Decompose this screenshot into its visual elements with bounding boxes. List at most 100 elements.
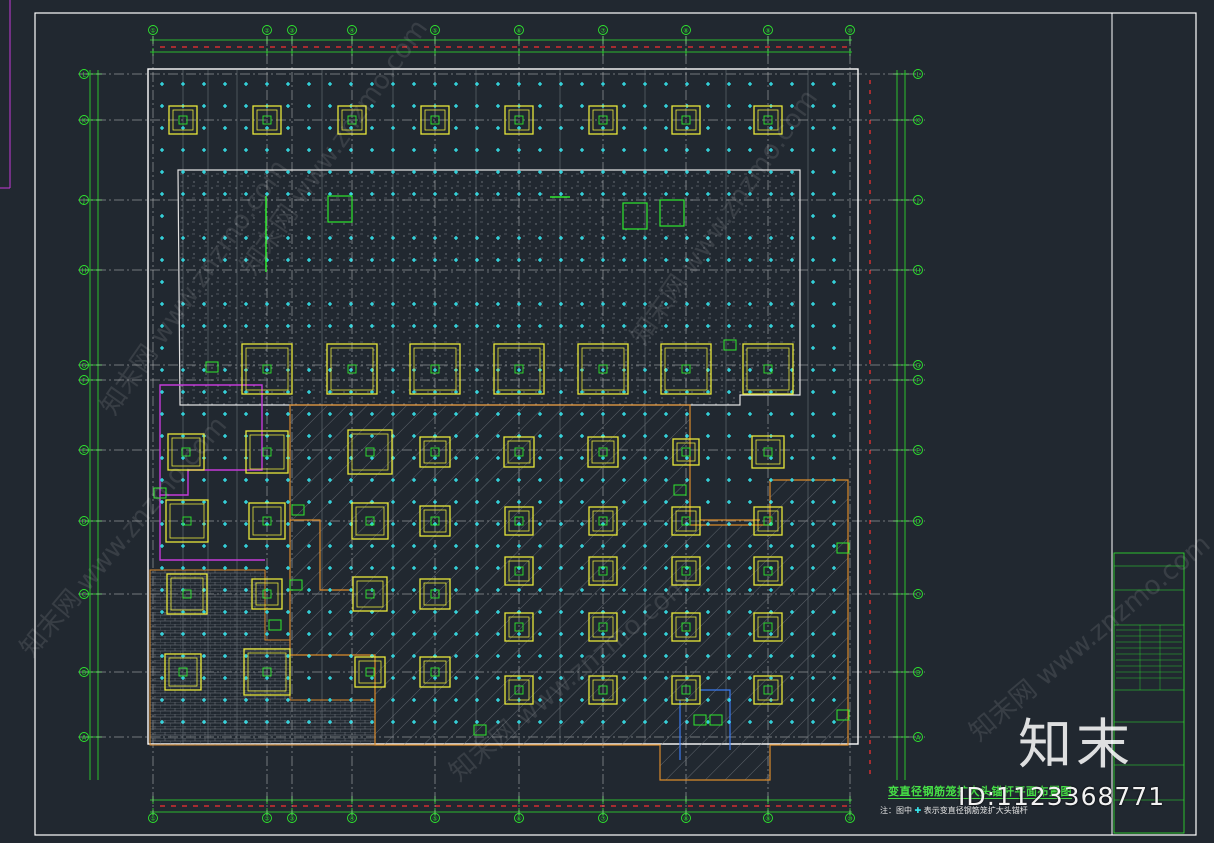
anchor-marker [244,126,248,130]
anchor-marker [223,126,227,130]
grid-bubble-row-label: H [916,268,921,275]
anchor-marker [622,126,626,130]
anchor-marker [622,148,626,152]
grid-bubble-col-label: ⑨ [765,816,770,823]
anchor-marker [811,412,815,416]
anchor-marker [244,566,248,570]
anchor-marker [265,412,269,416]
anchor-marker [223,104,227,108]
anchor-marker [748,82,752,86]
grid-bubble-row-label: E [916,448,920,455]
anchor-marker [496,148,500,152]
anchor-marker [559,82,563,86]
anchor-marker [811,324,815,328]
anchor-marker [727,412,731,416]
anchor-marker [433,126,437,130]
anchor-marker [832,148,836,152]
anchor-marker [160,126,164,130]
anchor-marker [433,148,437,152]
small-marker-box [268,619,282,631]
anchor-marker [706,478,710,482]
grid-bubble-row-label: D [916,519,921,526]
grid-bubble-col-label: ⑩ [847,28,852,35]
anchor-marker [727,126,731,130]
anchor-marker [538,148,542,152]
anchor-marker [349,676,353,680]
anchor-marker [160,82,164,86]
anchor-marker [622,82,626,86]
anchor-marker [454,126,458,130]
anchor-marker [685,148,689,152]
anchor-marker [202,104,206,108]
anchor-marker [244,82,248,86]
anchor-marker [706,82,710,86]
grid-bubble-row-label: G [82,363,87,370]
anchor-marker [832,412,836,416]
anchor-marker [811,192,815,196]
grid-bubble-col-label: ③ [289,816,294,823]
anchor-marker [832,214,836,218]
anchor-marker [370,148,374,152]
anchor-marker [223,82,227,86]
grid-bubble-col-label: ⑩ [847,816,852,823]
anchor-marker [202,126,206,130]
anchor-marker [160,566,164,570]
anchor-marker [160,280,164,284]
anchor-legend-icon: ✚ [914,806,922,815]
anchor-marker [454,148,458,152]
anchor-marker [223,456,227,460]
anchor-marker [496,82,500,86]
anchor-marker [181,148,185,152]
anchor-marker [454,82,458,86]
anchor-marker [202,478,206,482]
anchor-marker [706,434,710,438]
anchor-marker [475,104,479,108]
anchor-marker [811,368,815,372]
anchor-marker [748,126,752,130]
anchor-marker [160,148,164,152]
anchor-marker [160,236,164,240]
anchor-marker [223,500,227,504]
anchor-marker [181,82,185,86]
grid-bubble-row-label: E [82,448,86,455]
anchor-marker [601,126,605,130]
anchor-marker [244,478,248,482]
anchor-marker [559,126,563,130]
anchor-marker [832,302,836,306]
anchor-marker [832,82,836,86]
anchor-marker [559,104,563,108]
anchor-marker [664,104,668,108]
anchor-marker [580,148,584,152]
anchor-marker [664,126,668,130]
anchor-marker [202,82,206,86]
anchor-marker [517,148,521,152]
anchor-marker [832,192,836,196]
grid-bubble-col-label: ③ [289,28,294,35]
anchor-marker [412,104,416,108]
anchor-marker [433,82,437,86]
anchor-marker [265,544,269,548]
anchor-marker [517,126,521,130]
anchor-marker [580,82,584,86]
anchor-marker [643,104,647,108]
anchor-marker [811,236,815,240]
anchor-marker [748,104,752,108]
grid-bubble-row-label: C [916,592,920,599]
watermark-logo: 知末 [1018,713,1134,776]
anchor-marker [685,126,689,130]
anchor-marker [454,104,458,108]
anchor-marker [664,82,668,86]
anchor-marker [412,82,416,86]
grid-bubble-col-label: ② [264,28,270,35]
anchor-marker [748,478,752,482]
anchor-marker [811,456,815,460]
anchor-marker [286,126,290,130]
anchor-marker [328,82,332,86]
anchor-marker [181,126,185,130]
grid-bubble-col-label: ① [150,816,155,823]
anchor-marker [496,126,500,130]
anchor-marker [370,676,374,680]
anchor-marker [832,258,836,262]
anchor-marker [517,82,521,86]
note-prefix: 注：图中 [880,806,912,815]
